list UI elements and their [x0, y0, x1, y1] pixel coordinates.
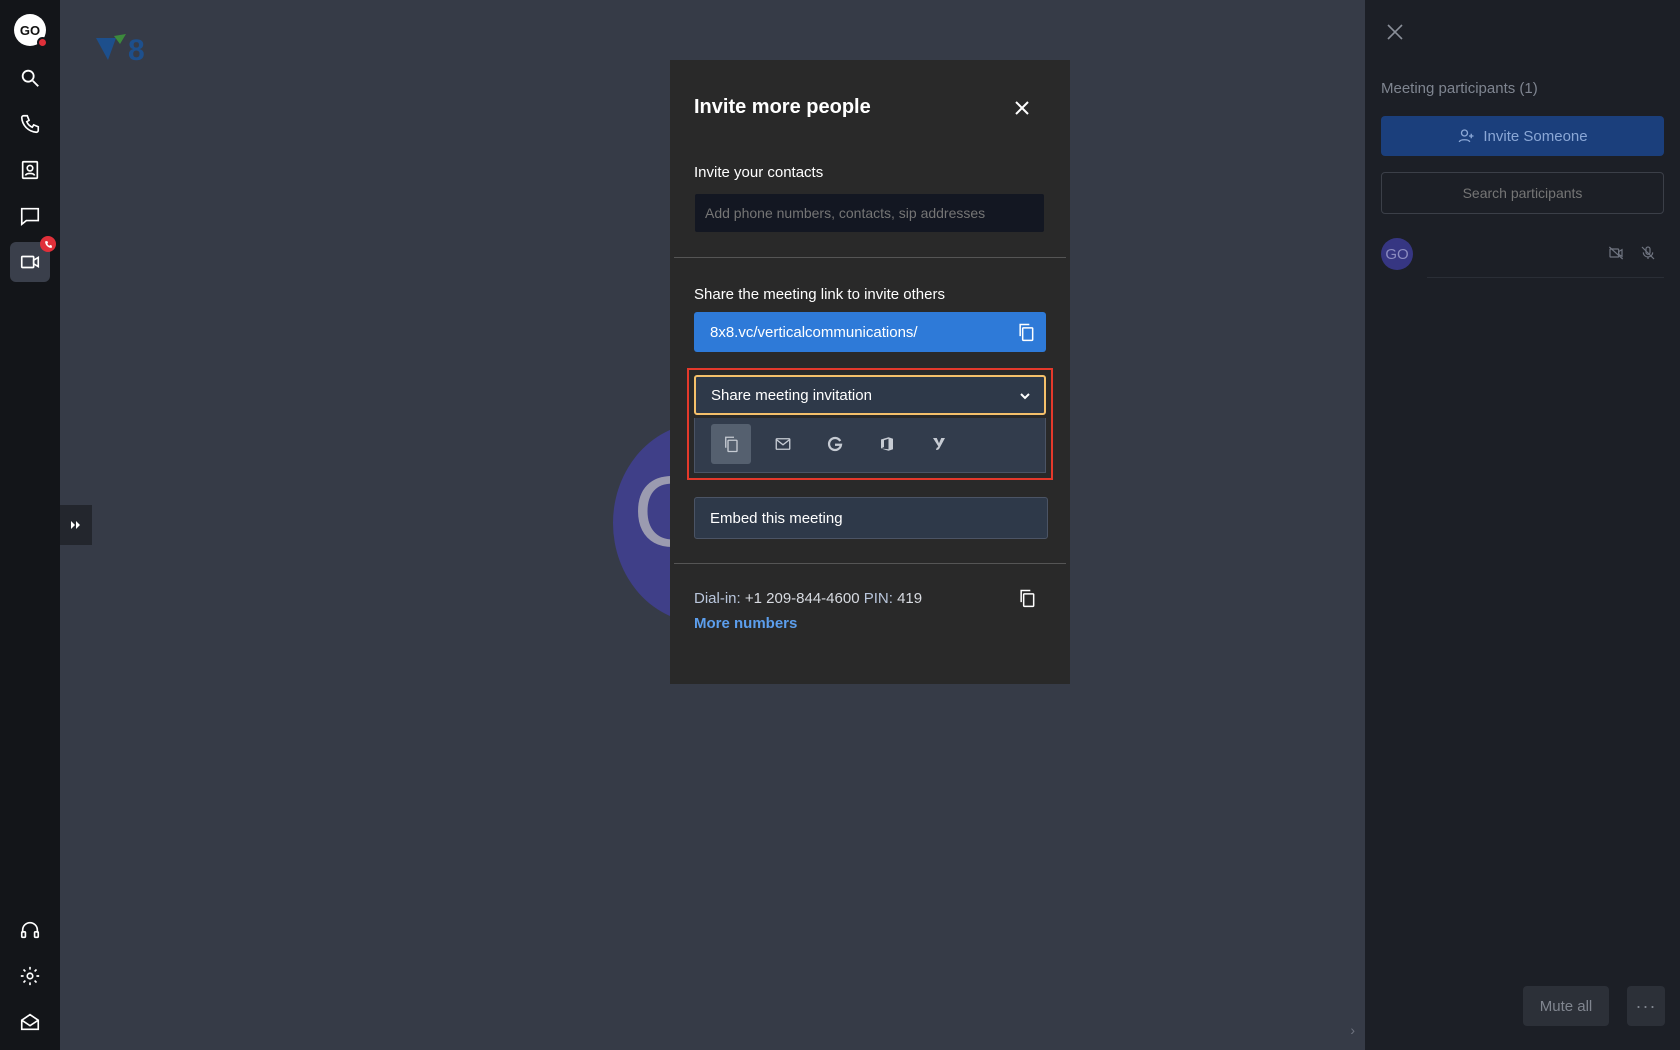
- status-dot: [37, 37, 48, 48]
- mail-open-icon: [20, 1013, 40, 1031]
- settings-nav-button[interactable]: [10, 956, 50, 996]
- phone-icon: [44, 240, 52, 248]
- mute-all-button[interactable]: Mute all: [1523, 986, 1609, 1026]
- share-link-label: Share the meeting link to invite others: [694, 286, 945, 303]
- section-divider: [674, 563, 1066, 564]
- invite-someone-button[interactable]: Invite Someone: [1381, 116, 1664, 156]
- google-icon: [827, 436, 843, 452]
- dialin-label: Dial-in:: [694, 590, 741, 607]
- participant-status-icons: [1608, 245, 1656, 261]
- meeting-link-text: 8x8.vc/verticalcommunications/: [710, 323, 918, 341]
- office365-icon: [881, 437, 893, 451]
- invite-dialog: Invite more people Invite your contacts …: [670, 60, 1070, 684]
- chat-icon: [20, 207, 40, 226]
- share-copy-button[interactable]: [711, 424, 751, 464]
- dialin-number: +1 209-844-4600: [744, 590, 860, 607]
- phone-icon: [20, 114, 40, 134]
- calls-nav-button[interactable]: [10, 104, 50, 144]
- share-google-button[interactable]: [815, 424, 855, 464]
- participants-panel: Meeting participants (1) Invite Someone …: [1365, 0, 1680, 1050]
- gear-icon: [20, 966, 40, 986]
- share-office365-button[interactable]: [867, 424, 907, 464]
- mic-off-icon: [1641, 246, 1655, 260]
- inbox-nav-button[interactable]: [10, 1002, 50, 1042]
- invite-contacts-input[interactable]: [695, 194, 1044, 232]
- copy-icon: [725, 436, 738, 453]
- user-avatar[interactable]: GO: [14, 14, 48, 48]
- share-yahoo-button[interactable]: [919, 424, 959, 464]
- participant-divider: [1427, 277, 1664, 278]
- copy-dialin-icon[interactable]: [1017, 588, 1037, 608]
- toggle-filmstrip-button[interactable]: [60, 505, 92, 545]
- share-options-row: [694, 418, 1046, 473]
- yahoo-icon: [933, 438, 945, 450]
- meetings-nav-button[interactable]: [10, 236, 56, 282]
- chevron-right-icon[interactable]: ›: [1350, 1022, 1355, 1038]
- close-participants-button[interactable]: [1381, 18, 1409, 46]
- participant-avatar: GO: [1381, 238, 1413, 270]
- more-numbers-link[interactable]: More numbers: [694, 615, 797, 632]
- participant-row[interactable]: GO: [1381, 238, 1664, 278]
- headset-icon: [20, 921, 40, 939]
- dialog-title: Invite more people: [694, 96, 871, 118]
- messages-nav-button[interactable]: [10, 196, 50, 236]
- left-rail: GO: [0, 0, 60, 1050]
- share-invitation-dropdown[interactable]: Share meeting invitation: [694, 375, 1046, 415]
- contacts-nav-button[interactable]: [10, 150, 50, 190]
- section-divider: [674, 257, 1066, 258]
- share-email-button[interactable]: [763, 424, 803, 464]
- user-avatar-initials: GO: [19, 22, 41, 38]
- search-icon: [21, 69, 39, 87]
- svg-text:8: 8: [128, 34, 145, 67]
- copy-icon[interactable]: [1016, 322, 1036, 342]
- invite-someone-label: Invite Someone: [1483, 127, 1588, 145]
- close-icon: [1015, 101, 1029, 115]
- double-chevron-right-icon: [71, 521, 80, 529]
- share-invitation-label: Share meeting invitation: [711, 386, 872, 404]
- add-user-icon: [1458, 129, 1474, 143]
- pin-value: 419: [897, 590, 923, 607]
- chevron-down-icon: [1020, 393, 1030, 400]
- invite-contacts-label: Invite your contacts: [694, 164, 824, 181]
- email-icon: [775, 438, 791, 450]
- active-call-badge: [40, 236, 56, 252]
- contacts-icon: [21, 160, 39, 180]
- close-icon: [1387, 24, 1403, 40]
- more-options-button[interactable]: ···: [1627, 986, 1665, 1026]
- participants-title: Meeting participants (1): [1381, 80, 1538, 97]
- search-nav-button[interactable]: [10, 58, 50, 98]
- meeting-link-box[interactable]: 8x8.vc/verticalcommunications/: [694, 312, 1046, 352]
- search-participants-input[interactable]: [1381, 172, 1664, 214]
- support-nav-button[interactable]: [10, 910, 50, 950]
- close-dialog-button[interactable]: [1010, 96, 1034, 120]
- video-camera-icon: [20, 255, 40, 269]
- brand-logo: 8: [96, 34, 145, 67]
- camera-off-icon: [1608, 246, 1624, 260]
- dialin-info: Dial-in: +1 209-844-4600 PIN: 419: [694, 590, 922, 607]
- embed-meeting-button[interactable]: Embed this meeting: [694, 497, 1048, 539]
- pin-label: PIN:: [863, 590, 893, 607]
